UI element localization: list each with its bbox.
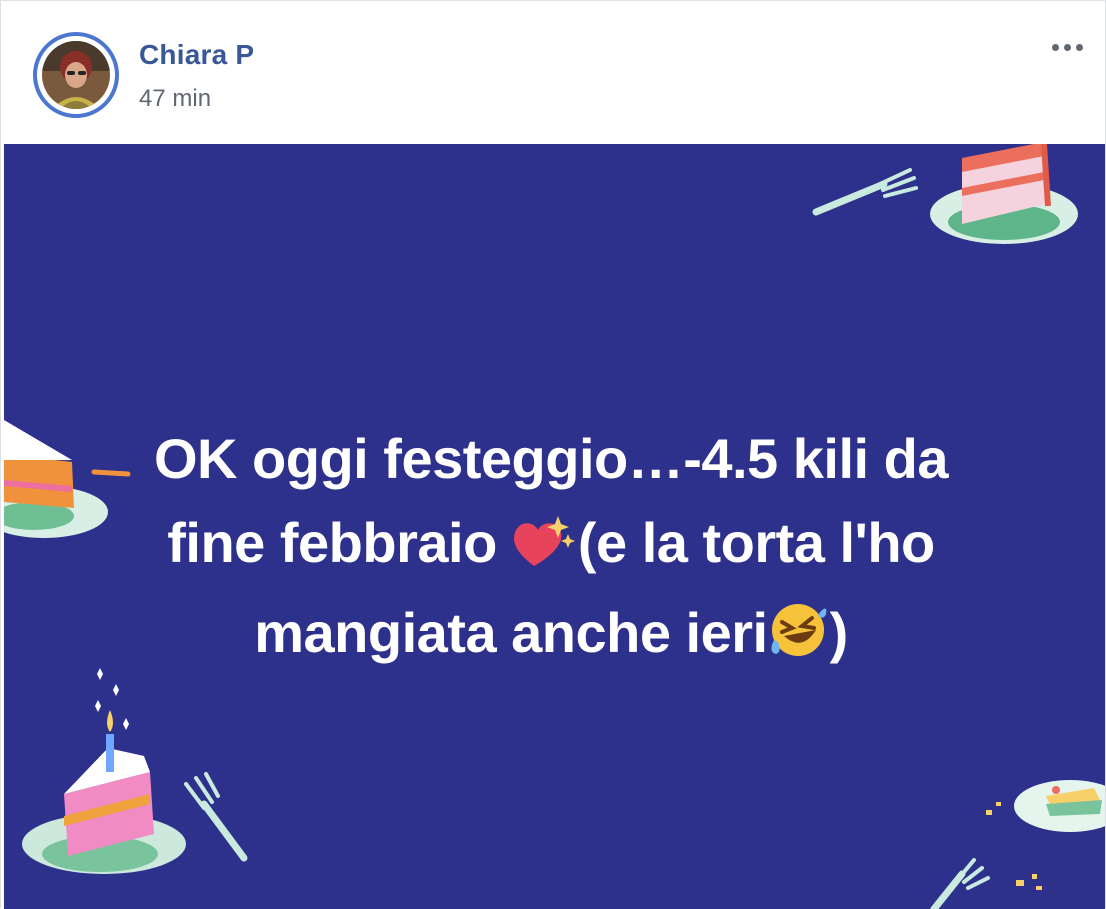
author-name[interactable]: Chiara P <box>139 39 254 71</box>
rolling-laughing-icon <box>768 597 830 681</box>
avatar[interactable] <box>33 32 119 118</box>
post-text: OK oggi festeggio…-4.5 kili da fine febb… <box>61 417 1041 681</box>
post-header: Chiara P 47 min <box>1 1 1105 144</box>
sparkling-heart-icon <box>512 507 578 591</box>
fork-icon <box>930 858 990 909</box>
post-card: Chiara P 47 min OK oggi festeggio…-4.5 k… <box>0 0 1106 909</box>
fork-icon <box>184 772 248 862</box>
more-options-button[interactable] <box>1045 35 1089 59</box>
avatar-image <box>42 41 110 109</box>
post-timestamp[interactable]: 47 min <box>139 85 211 113</box>
ellipsis-icon <box>1051 43 1059 51</box>
fork-icon <box>812 168 918 216</box>
